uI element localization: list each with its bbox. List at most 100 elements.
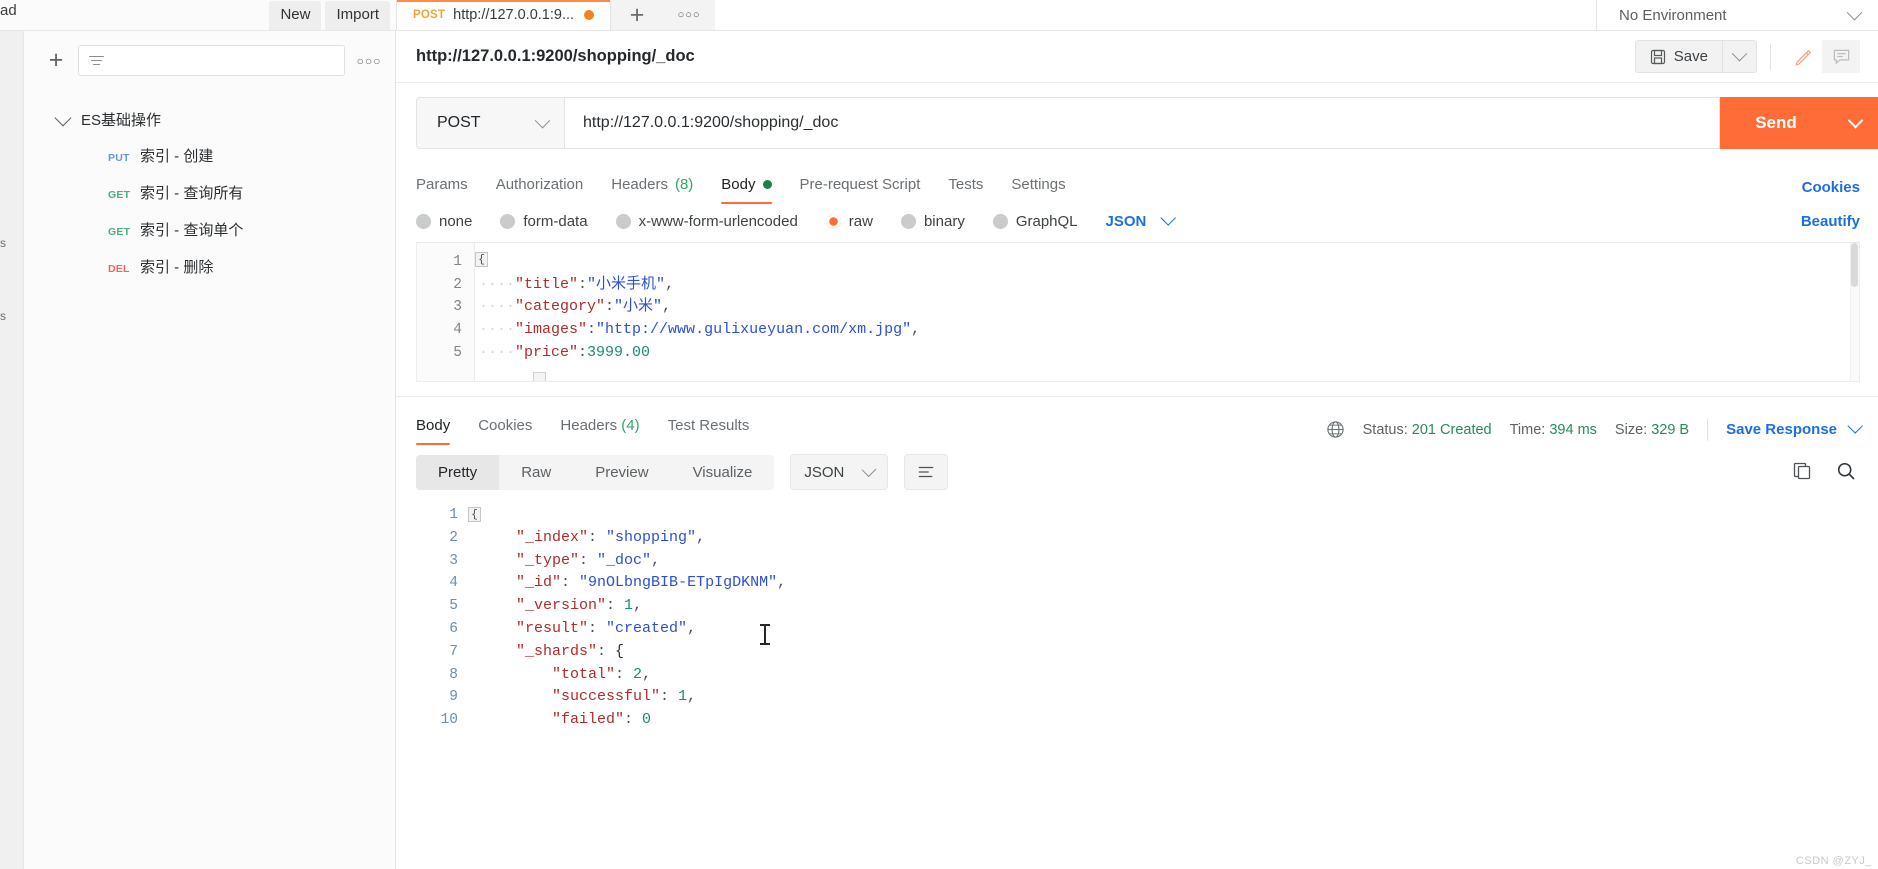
request-code[interactable]: { ····"title":"小米手机", ····"category":"小米… bbox=[475, 243, 1859, 381]
tab-authorization[interactable]: Authorization bbox=[496, 168, 584, 207]
json-colon: : bbox=[624, 711, 643, 729]
json-colon: : bbox=[578, 343, 588, 361]
tab-params[interactable]: Params bbox=[416, 168, 468, 207]
tab-options-icon[interactable]: ○○○ bbox=[663, 0, 715, 30]
line-number: 5 bbox=[453, 344, 462, 361]
json-key: "_index" bbox=[516, 528, 589, 546]
body-type-form-data[interactable]: form-data bbox=[500, 213, 588, 230]
add-new-icon[interactable]: + bbox=[44, 48, 68, 73]
editor-resize-handle[interactable] bbox=[533, 372, 546, 381]
sidebar-request-1[interactable]: GET 索引 - 查询所有 bbox=[24, 174, 395, 211]
indent-dots: ···· bbox=[479, 275, 516, 293]
fold-toggle-icon[interactable]: { bbox=[468, 507, 481, 522]
view-mode-pretty[interactable]: Pretty bbox=[416, 454, 500, 490]
edit-request-button[interactable] bbox=[1784, 40, 1822, 73]
request-tab-active[interactable]: POST http://127.0.0.1:9... bbox=[396, 0, 612, 30]
save-response-label: Save Response bbox=[1726, 421, 1837, 438]
body-type-raw[interactable]: raw bbox=[825, 213, 873, 230]
environment-selector[interactable]: No Environment bbox=[1596, 0, 1878, 30]
code-line: "_version": 1, bbox=[480, 595, 1878, 618]
line-number: 6 bbox=[449, 620, 458, 637]
indent-dots: ···· bbox=[479, 298, 516, 316]
url-send-row: POST http://127.0.0.1:9200/shopping/_doc… bbox=[396, 83, 1878, 163]
send-options-button[interactable] bbox=[1832, 97, 1878, 149]
body-type-none[interactable]: none bbox=[416, 213, 472, 230]
filter-input[interactable] bbox=[78, 45, 345, 76]
view-mode-raw[interactable]: Raw bbox=[499, 455, 573, 490]
chevron-down-icon[interactable] bbox=[54, 109, 72, 126]
save-options-button[interactable] bbox=[1723, 40, 1757, 73]
import-button[interactable]: Import bbox=[325, 0, 390, 30]
response-body-code[interactable]: 1 2 3 4 5 6 7 8 9 10 { "_index": "shoppi… bbox=[416, 504, 1878, 869]
send-button[interactable]: Send bbox=[1720, 97, 1832, 149]
collection-item-es[interactable]: ES基础操作 bbox=[24, 102, 395, 137]
tab-label: Test Results bbox=[667, 417, 750, 434]
save-button[interactable]: Save bbox=[1634, 40, 1723, 73]
save-response-button[interactable]: Save Response bbox=[1726, 418, 1863, 438]
top-bar-left: ad New Import bbox=[0, 0, 396, 30]
sidebar-request-3[interactable]: DEL 索引 - 删除 bbox=[24, 248, 395, 285]
request-tabs: Params Authorization Headers (8) Body Pr… bbox=[396, 163, 1878, 207]
json-comma: , bbox=[662, 298, 672, 316]
line-number: 4 bbox=[453, 322, 462, 339]
tab-headers[interactable]: Headers (8) bbox=[611, 168, 693, 207]
body-type-binary[interactable]: binary bbox=[900, 213, 965, 230]
wrap-lines-button[interactable] bbox=[904, 454, 949, 490]
view-mode-preview[interactable]: Preview bbox=[573, 455, 670, 490]
filter-icon bbox=[89, 55, 104, 66]
request-tab-strip: POST http://127.0.0.1:9... + ○○○ No Envi… bbox=[396, 0, 1878, 30]
url-input[interactable]: http://127.0.0.1:9200/shopping/_doc bbox=[564, 97, 1720, 149]
pencil-icon bbox=[1795, 49, 1811, 66]
beautify-button[interactable]: Beautify bbox=[1801, 213, 1878, 230]
sidebar-rail: s s bbox=[0, 31, 24, 869]
json-colon: : bbox=[615, 665, 634, 683]
search-button[interactable] bbox=[1836, 461, 1856, 484]
fold-toggle-icon[interactable]: { bbox=[475, 252, 488, 267]
radio-icon bbox=[900, 214, 916, 229]
copy-button[interactable] bbox=[1792, 461, 1812, 484]
response-tab-headers[interactable]: Headers (4) bbox=[560, 411, 639, 448]
response-tab-cookies[interactable]: Cookies bbox=[478, 411, 532, 448]
tab-tests[interactable]: Tests bbox=[948, 168, 983, 207]
request-body-editor[interactable]: 1 2 3 4 5 { ····"title":"小米手机", ····"cat… bbox=[416, 242, 1860, 382]
sidebar-request-0[interactable]: PUT 索引 - 创建 bbox=[24, 137, 395, 174]
sidebar-request-2[interactable]: GET 索引 - 查询单个 bbox=[24, 211, 395, 248]
request-editor-scrollbar[interactable] bbox=[1850, 243, 1859, 381]
line-number: 4 bbox=[449, 575, 458, 592]
cookies-link[interactable]: Cookies bbox=[1802, 179, 1878, 196]
new-tab-icon[interactable]: + bbox=[611, 0, 663, 30]
tab-label: Params bbox=[416, 176, 468, 193]
url-value: http://127.0.0.1:9200/shopping/_doc bbox=[583, 114, 839, 131]
request-name: 索引 - 查询单个 bbox=[140, 222, 244, 239]
sidebar: s s + ○○○ ES基础操作 PUT 索引 - 创建 GET 索引 - 查询… bbox=[0, 31, 396, 869]
json-colon: : bbox=[605, 298, 615, 316]
comment-button[interactable] bbox=[1822, 40, 1860, 73]
headers-count: (4) bbox=[621, 417, 640, 434]
environment-label: No Environment bbox=[1619, 6, 1727, 24]
status-value: 201 Created bbox=[1411, 421, 1492, 438]
response-code-content[interactable]: { "_index": "shopping", "_type": "_doc",… bbox=[468, 504, 1878, 869]
body-type-graphql[interactable]: GraphQL bbox=[992, 213, 1078, 230]
json-value: "shopping" bbox=[606, 528, 697, 546]
raw-format-select[interactable]: JSON bbox=[1106, 210, 1177, 230]
tab-body[interactable]: Body bbox=[721, 168, 772, 207]
globe-icon bbox=[1326, 421, 1344, 438]
response-tab-body[interactable]: Body bbox=[416, 411, 451, 448]
line-number: 9 bbox=[449, 689, 458, 706]
new-button[interactable]: New bbox=[269, 0, 322, 30]
radio-icon bbox=[992, 214, 1008, 229]
body-type-urlencoded[interactable]: x-www-form-urlencoded bbox=[615, 213, 798, 230]
sidebar-more-icon[interactable]: ○○○ bbox=[355, 54, 383, 68]
response-tab-test-results[interactable]: Test Results bbox=[668, 411, 750, 448]
json-value: "http://www.gulixueyuan.com/xm.jpg" bbox=[596, 321, 912, 339]
search-icon bbox=[1837, 462, 1855, 480]
line-number: 8 bbox=[449, 666, 458, 683]
tab-settings[interactable]: Settings bbox=[1011, 168, 1065, 207]
method-select[interactable]: POST bbox=[416, 97, 564, 149]
tab-pre-request-script[interactable]: Pre-request Script bbox=[800, 168, 921, 207]
view-mode-visualize[interactable]: Visualize bbox=[671, 455, 775, 490]
status-label: Status: bbox=[1362, 421, 1408, 438]
scrollbar-thumb[interactable] bbox=[1851, 243, 1858, 287]
response-format-select[interactable]: JSON bbox=[790, 454, 889, 490]
